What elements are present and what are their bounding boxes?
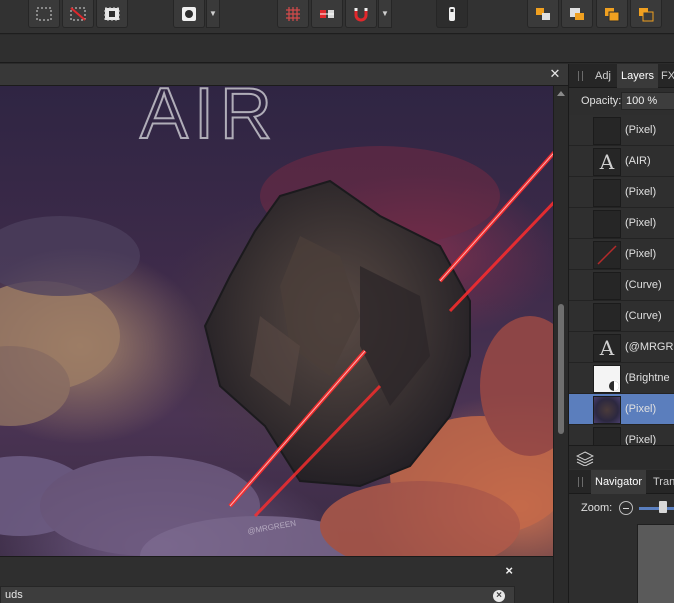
text-layer-icon: A: [593, 148, 621, 176]
layer-row[interactable]: (Pixel): [569, 239, 674, 270]
right-studio-panel: Adj Layers FX Opacity: 100 % (Pixel) A (…: [568, 64, 674, 603]
layer-row[interactable]: (Curve): [569, 301, 674, 332]
arrange-forward-button[interactable]: [596, 0, 628, 28]
arrange-backward-icon: [570, 7, 584, 20]
tab-transform[interactable]: Tran: [649, 470, 674, 494]
deselect-button[interactable]: [62, 0, 94, 28]
layer-name: (Pixel): [625, 403, 657, 415]
invert-selection-button[interactable]: [96, 0, 128, 28]
tab-navigator[interactable]: Navigator: [591, 470, 647, 494]
arrange-front-button[interactable]: [630, 0, 662, 28]
layer-name: (Curve): [625, 279, 662, 291]
layer-thumbnail: [593, 117, 621, 145]
opacity-row: Opacity: 100 %: [569, 89, 674, 113]
studio-tab-bar: Adj Layers FX: [569, 64, 674, 88]
layer-name: (Pixel): [625, 217, 657, 229]
layer-name: (Brightne: [625, 372, 670, 384]
snapping-grid-icon: [286, 6, 300, 21]
canvas-title-text: AIR: [140, 86, 278, 154]
opacity-field[interactable]: 100 %: [621, 92, 674, 110]
layers-stack-button[interactable]: [573, 448, 597, 468]
layer-row[interactable]: (Curve): [569, 270, 674, 301]
zoom-label: Zoom:: [581, 502, 613, 514]
marquee-select-button[interactable]: [28, 0, 60, 28]
arrange-forward-icon: [605, 7, 620, 21]
close-panel-icon[interactable]: ×: [505, 563, 513, 578]
navigator-preview[interactable]: [637, 524, 674, 603]
arrange-front-icon: [639, 7, 654, 21]
artwork: AIR @MRGREEN: [0, 86, 553, 556]
layer-name: (Pixel): [625, 186, 657, 198]
scrollbar-thumb[interactable]: [558, 304, 564, 434]
arrange-back-icon: [536, 7, 550, 20]
layer-row[interactable]: (Brightne: [569, 363, 674, 394]
layer-thumbnail: [593, 210, 621, 238]
document-tab-strip: ✕: [0, 64, 568, 86]
brush-mode-dropdown[interactable]: ▼: [206, 0, 220, 28]
layer-name: (@MRGR: [625, 341, 674, 353]
tab-adjustments[interactable]: Adj: [591, 64, 615, 88]
layer-thumbnail: [593, 241, 621, 269]
brightness-icon: [609, 381, 619, 391]
arrange-backward-button[interactable]: [561, 0, 593, 28]
layer-name: (Pixel): [625, 248, 657, 260]
invert-selection-icon: [104, 7, 120, 20]
layer-thumbnail: [593, 303, 621, 331]
brush-mode-button[interactable]: [173, 0, 205, 28]
layer-name: (AIR): [625, 155, 651, 167]
layer-row[interactable]: A (@MRGR: [569, 332, 674, 363]
layer-row[interactable]: (Pixel): [569, 208, 674, 239]
layer-name: (Curve): [625, 310, 662, 322]
tab-layers[interactable]: Layers: [617, 64, 659, 88]
panel-grip-icon[interactable]: [578, 477, 583, 487]
flip-icon: [320, 9, 334, 18]
clear-search-icon[interactable]: ×: [493, 590, 505, 602]
search-input[interactable]: uds: [0, 586, 515, 603]
snapping-dropdown[interactable]: ▼: [378, 0, 392, 28]
layer-name: (Pixel): [625, 124, 657, 136]
close-document-icon[interactable]: ✕: [548, 67, 562, 81]
layer-row[interactable]: A (AIR): [569, 146, 674, 177]
context-toolbar: [0, 35, 674, 63]
document-canvas[interactable]: AIR @MRGREEN: [0, 86, 553, 556]
layer-row[interactable]: (Pixel): [569, 115, 674, 146]
zoom-row: Zoom:: [569, 497, 674, 521]
deselect-icon: [70, 6, 86, 21]
main-toolbar: ▼ ▼: [0, 0, 674, 34]
layers-list: (Pixel) A (AIR) (Pixel) (Pixel) (Pixel) …: [569, 115, 674, 450]
snapping-magnet-button[interactable]: [345, 0, 377, 28]
quick-mask-button[interactable]: [436, 0, 468, 28]
layer-row[interactable]: (Pixel): [569, 177, 674, 208]
layer-row-selected[interactable]: (Pixel): [569, 394, 674, 425]
navigator-tab-bar: Navigator Tran: [569, 470, 674, 494]
layer-thumbnail: [593, 179, 621, 207]
snapping-grid-button[interactable]: [277, 0, 309, 28]
adjustment-layer-icon: [593, 365, 621, 393]
circle-brush-icon: [182, 6, 196, 21]
scroll-up-icon[interactable]: [557, 91, 565, 96]
magnet-icon: [354, 7, 368, 21]
canvas-vertical-scrollbar[interactable]: [553, 86, 568, 603]
red-line-thumb-icon: [597, 245, 617, 265]
text-layer-icon: A: [593, 334, 621, 362]
layer-thumbnail: [593, 272, 621, 300]
zoom-slider-track[interactable]: [639, 507, 674, 510]
flip-button[interactable]: [311, 0, 343, 28]
layers-stack-icon: [576, 451, 594, 466]
panel-grip-icon[interactable]: [578, 71, 583, 81]
arrange-back-button[interactable]: [527, 0, 559, 28]
zoom-out-icon[interactable]: [619, 501, 633, 515]
layer-thumbnail: [593, 396, 621, 424]
bottom-panel: × uds ×: [0, 556, 553, 603]
quick-mask-icon: [449, 6, 455, 21]
layers-footer: [569, 445, 674, 469]
zoom-slider-handle[interactable]: [659, 501, 667, 513]
marquee-select-icon: [36, 7, 52, 20]
tab-effects[interactable]: FX: [657, 64, 674, 88]
opacity-label: Opacity:: [581, 95, 622, 107]
